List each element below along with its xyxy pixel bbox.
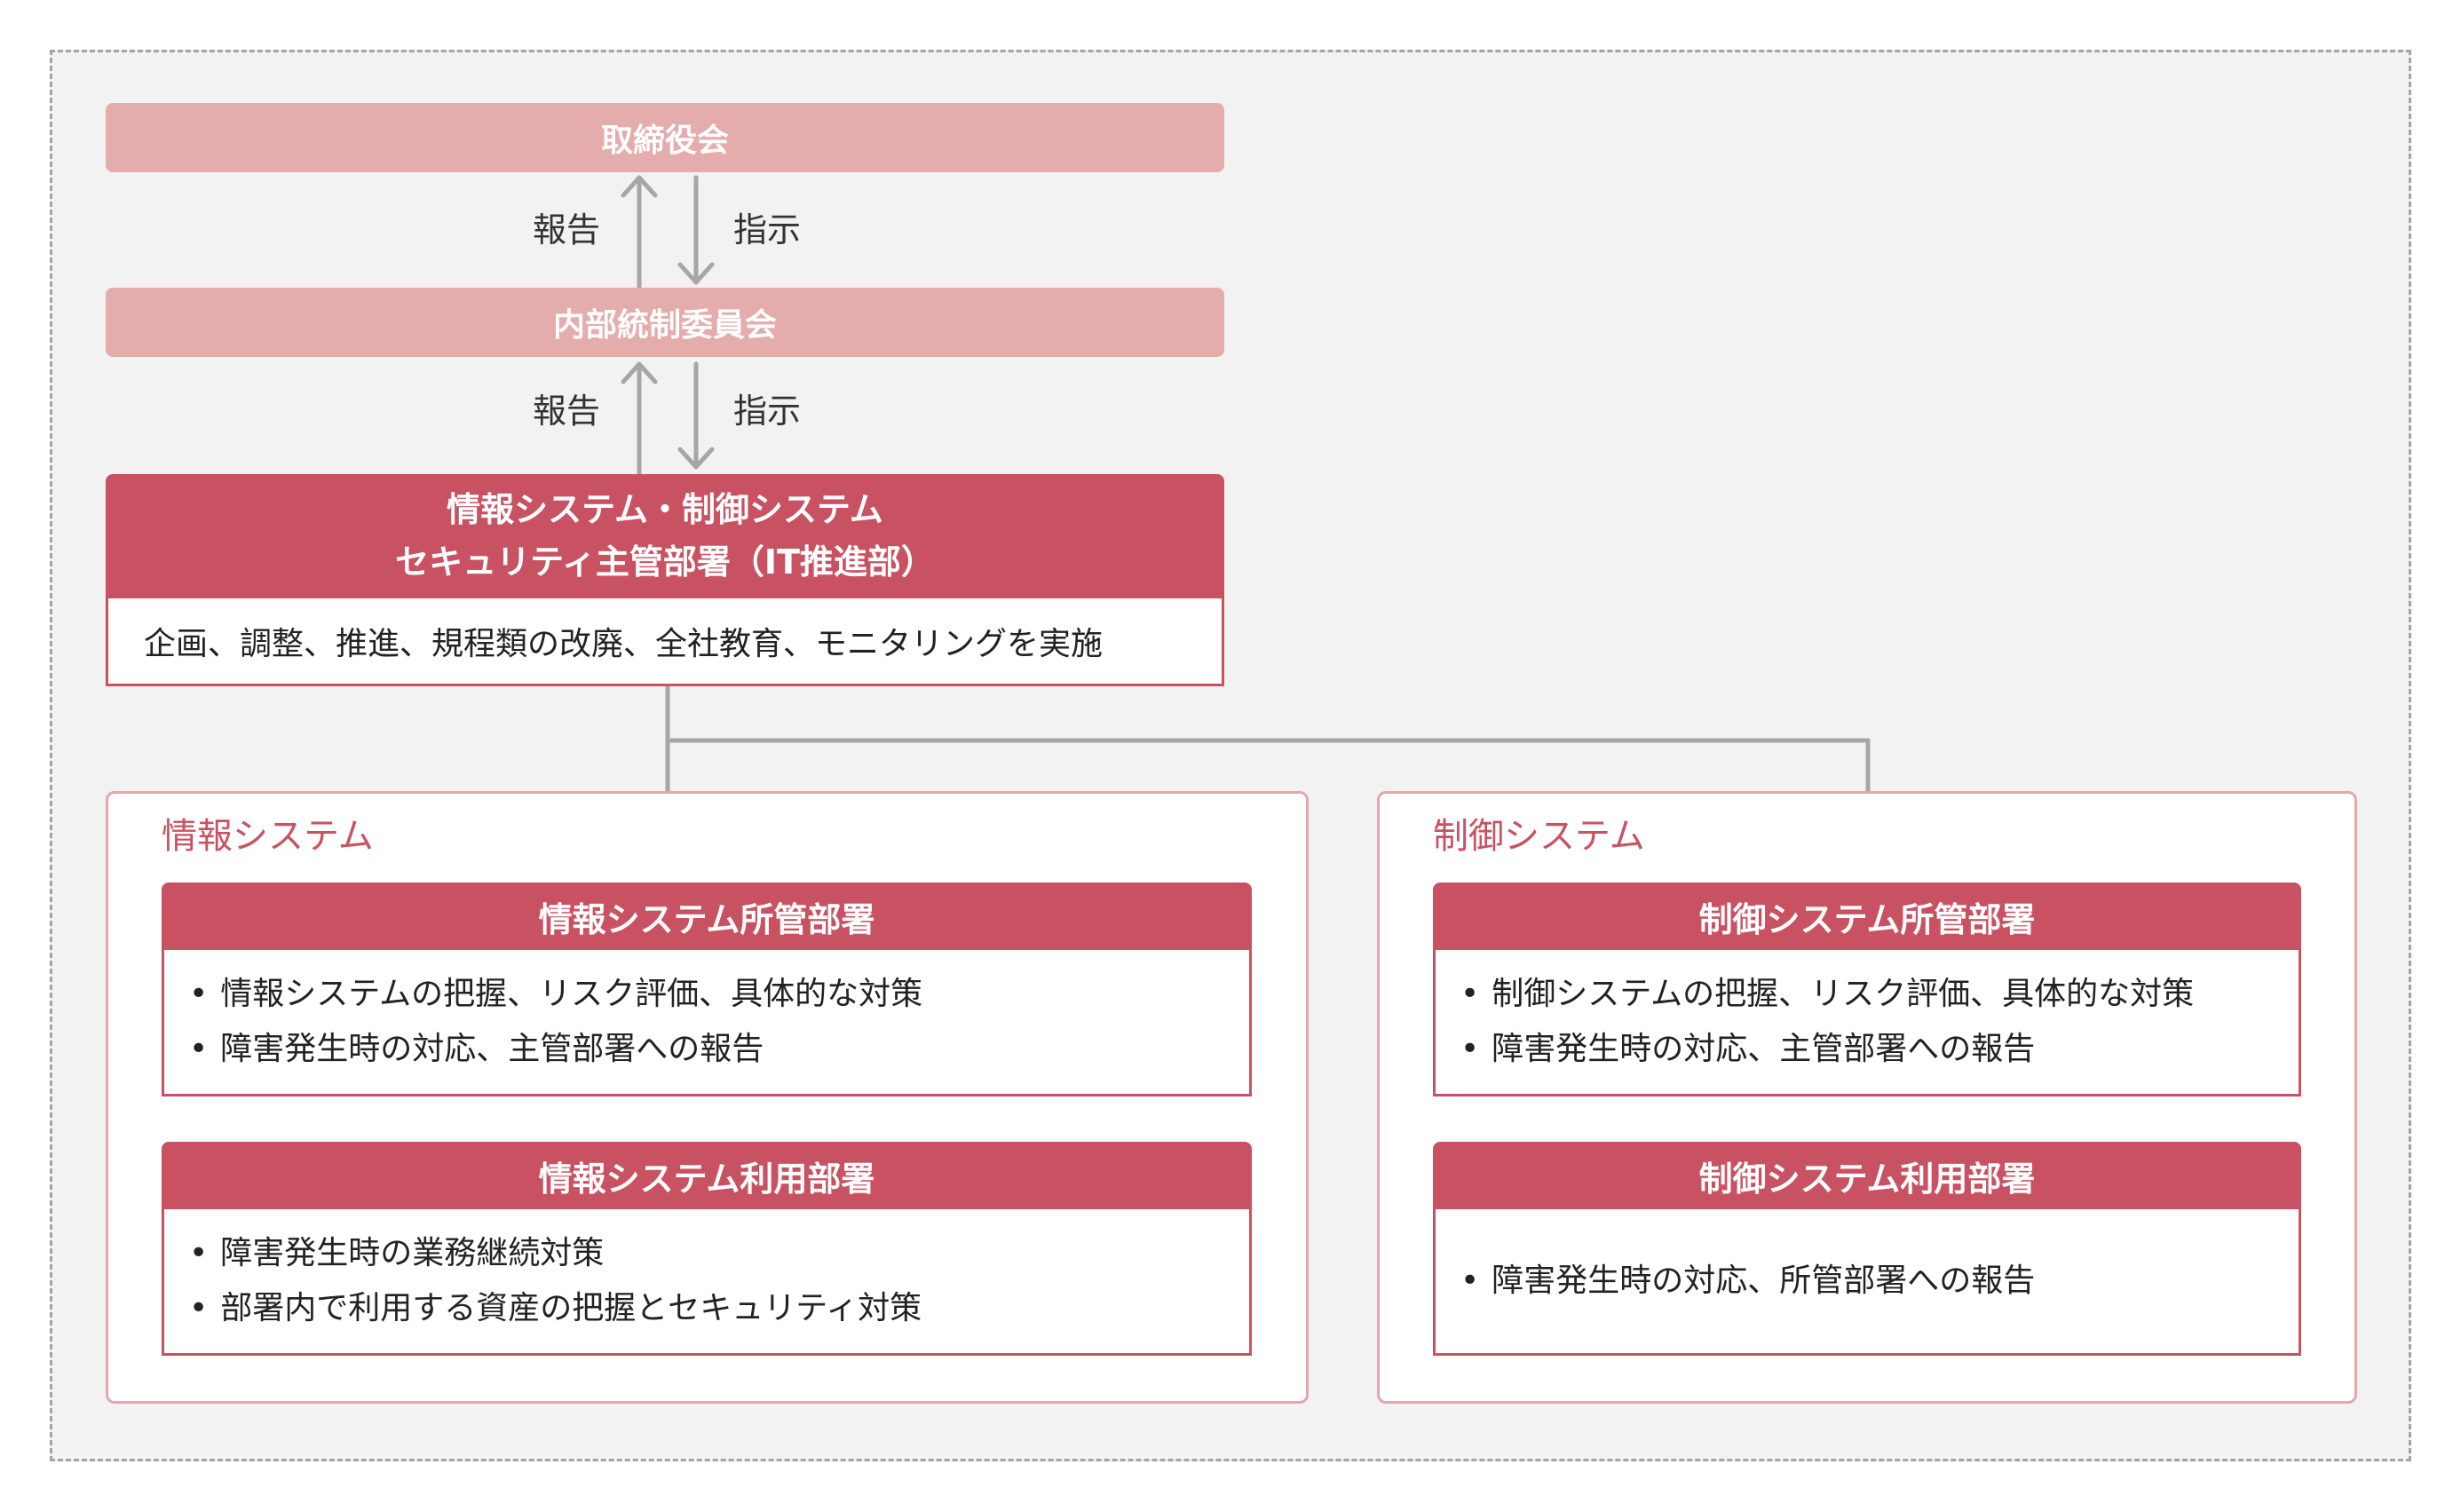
list-item: 障害発生時の業務継続対策 [189,1226,1249,1281]
dept-info-owner-name: 情報システム所管部署 [538,899,875,939]
group-title-info: 情報システム [162,816,374,857]
report-label-2: 報告 [533,392,601,431]
dept-control-owner-body: 制御システムの把握、リスク評価、具体的な対策 障害発生時の対応、主管部署への報告 [1433,950,2301,1096]
instruct-label-1: 指示 [733,210,802,249]
it-dept-body: 企画、調整、推進、規程類の改廃、全社教育、モニタリングを実施 [106,598,1224,686]
it-dept-description: 企画、調整、推進、規程類の改廃、全社教育、モニタリングを実施 [144,626,1104,662]
list-item: 障害発生時の対応、所管部署への報告 [1460,1254,2299,1309]
committee-label: 内部統制委員会 [552,307,777,344]
dept-info-user-header: 情報システム利用部署 [162,1142,1252,1209]
list-item: 制御システムの把握、リスク評価、具体的な対策 [1460,967,2299,1022]
list-item: 情報システムの把握、リスク評価、具体的な対策 [189,967,1249,1022]
dept-info-owner-header: 情報システム所管部署 [162,883,1252,950]
board-node: 取締役会 [106,103,1224,172]
it-dept-title-line2: セキュリティ主管部署（IT推進部） [395,542,935,582]
committee-node: 内部統制委員会 [106,288,1224,357]
dept-info-owner-body: 情報システムの把握、リスク評価、具体的な対策 障害発生時の対応、主管部署への報告 [162,950,1252,1096]
dept-control-owner-name: 制御システム所管部署 [1698,899,2036,939]
list-item: 障害発生時の対応、主管部署への報告 [1460,1022,2299,1077]
board-label: 取締役会 [600,123,729,159]
dept-control-user-header: 制御システム利用部署 [1433,1142,2301,1209]
it-dept-header: 情報システム・制御システム セキュリティ主管部署（IT推進部） [106,474,1224,598]
dept-info-user-body: 障害発生時の業務継続対策 部署内で利用する資産の把握とセキュリティ対策 [162,1209,1252,1356]
it-dept-title-line1: 情報システム・制御システム [447,490,883,530]
instruct-label-2: 指示 [733,392,802,431]
dept-info-user-name: 情報システム利用部署 [538,1159,875,1199]
group-title-control: 制御システム [1433,816,1645,857]
dept-control-owner-header: 制御システム所管部署 [1433,883,2301,950]
dept-control-user-name: 制御システム利用部署 [1698,1159,2036,1199]
report-label-1: 報告 [533,210,601,249]
list-item: 障害発生時の対応、主管部署への報告 [189,1022,1249,1077]
list-item: 部署内で利用する資産の把握とセキュリティ対策 [189,1281,1249,1336]
dept-control-user-body: 障害発生時の対応、所管部署への報告 [1433,1209,2301,1356]
